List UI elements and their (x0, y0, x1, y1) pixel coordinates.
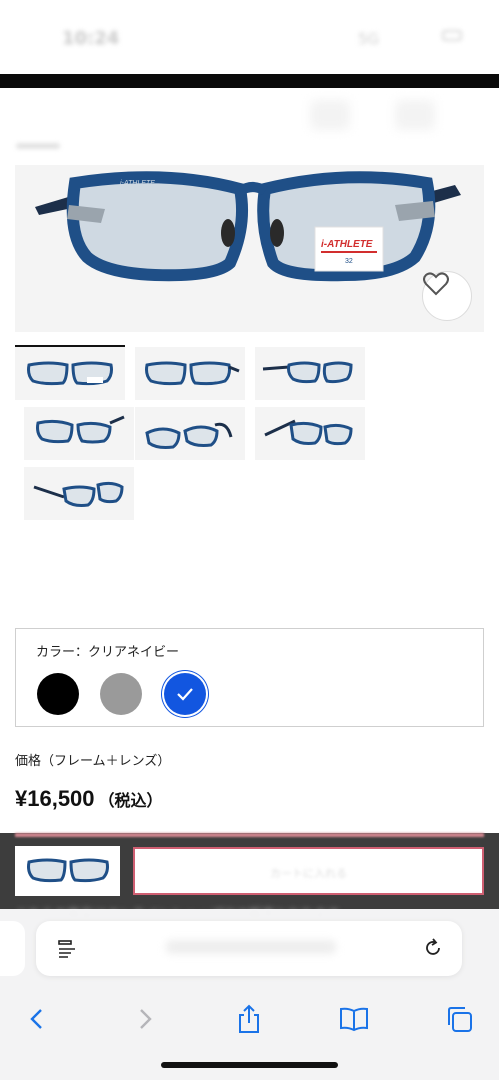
header-icon-blur[interactable] (395, 100, 435, 130)
share-button[interactable] (231, 1001, 267, 1037)
forward-icon (140, 1009, 152, 1029)
glasses-folded-icon (145, 422, 233, 449)
battery-icon (442, 30, 462, 41)
product-main-image[interactable]: i-ATHLETE i-ATHLETE 32 (15, 165, 484, 332)
status-signal: 5G (358, 30, 380, 48)
reader-icon[interactable] (56, 938, 78, 960)
product-thumbnail[interactable] (255, 347, 365, 400)
price-amount: ¥16,500 (15, 786, 95, 811)
previous-tab-preview[interactable] (0, 921, 25, 976)
product-thumbnail[interactable] (135, 347, 245, 400)
product-thumbnail[interactable] (24, 407, 134, 460)
add-to-cart-label: カートに入れる (270, 867, 347, 880)
glasses-perspective-icon (36, 415, 125, 444)
tag-size-text: 32 (345, 258, 353, 265)
breadcrumb[interactable] (16, 143, 60, 149)
heart-icon (423, 272, 449, 296)
back-button[interactable] (19, 1001, 55, 1037)
glasses-illustration: i-ATHLETE i-ATHLETE 32 (35, 171, 461, 282)
product-thumbnail[interactable] (135, 407, 245, 460)
color-swatch-clear-navy[interactable] (164, 673, 206, 715)
glasses-side-angle-icon (33, 481, 124, 507)
sticky-product-thumbnail[interactable] (15, 846, 120, 896)
bookmarks-button[interactable] (336, 1001, 372, 1037)
price-label: 価格（フレーム＋レンズ） (15, 754, 171, 769)
sticky-purchase-bar: カートに入れる (0, 833, 499, 909)
tag-logo-text: i-ATHLETE (321, 239, 373, 250)
glasses-side-icon (262, 361, 353, 384)
frame-brand-text: i-ATHLETE (120, 180, 155, 187)
back-icon (30, 1009, 42, 1029)
tabs-button[interactable] (441, 1001, 477, 1037)
forward-button[interactable] (127, 1001, 163, 1037)
product-thumbnail[interactable] (15, 345, 125, 400)
url-text (166, 940, 336, 954)
price-value: ¥16,500 （税込） (15, 786, 163, 812)
tabs-icon (448, 1007, 472, 1032)
glasses-front-icon (27, 361, 113, 386)
color-swatch-black[interactable] (37, 673, 79, 715)
glasses-back-icon (264, 419, 353, 446)
color-selector: カラー：クリアネイビー (15, 628, 484, 727)
site-header-bar (0, 74, 499, 88)
glasses-angle-icon (145, 361, 240, 386)
status-bar: 10:24 5G (0, 0, 499, 74)
checkmark-icon (177, 688, 193, 701)
reload-icon[interactable] (422, 937, 444, 959)
status-time: 10:24 (62, 28, 120, 49)
browser-toolbar (0, 909, 499, 1080)
home-indicator[interactable] (161, 1062, 338, 1068)
product-thumbnail[interactable] (24, 467, 134, 520)
price-tax-note: （税込） (98, 793, 163, 810)
favorite-button[interactable] (422, 271, 472, 321)
color-swatch-grey[interactable] (100, 673, 142, 715)
add-to-cart-button[interactable]: カートに入れる (133, 847, 484, 895)
share-icon (239, 1004, 259, 1033)
header-icon-blur[interactable] (310, 100, 350, 130)
color-label: カラー：クリアネイビー (36, 645, 180, 660)
bookmarks-icon (340, 1007, 368, 1032)
product-thumbnail[interactable] (255, 407, 365, 460)
glasses-front-icon (27, 858, 109, 883)
address-bar[interactable] (36, 921, 462, 976)
sticky-bar-accent (15, 833, 484, 837)
